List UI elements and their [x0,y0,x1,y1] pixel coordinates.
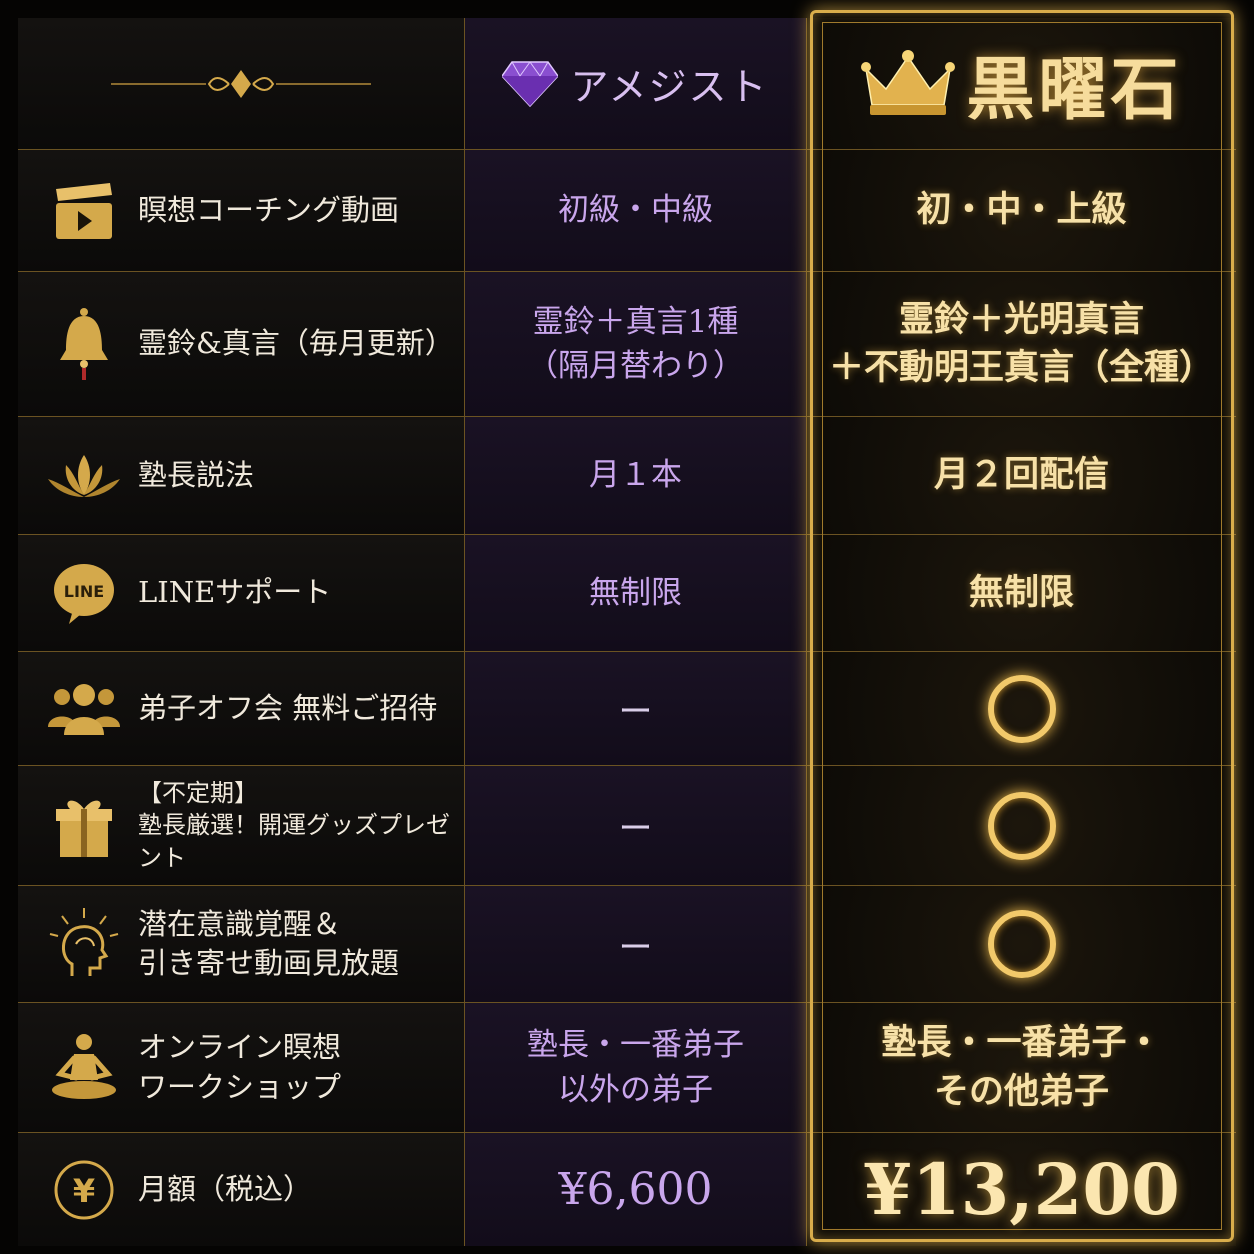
included-circle-icon [987,674,1056,743]
feature-cell: 霊鈴&真言（毎月更新） [18,272,465,417]
amethyst-value: ー [618,927,653,968]
obsidian-value: 月２回配信 [933,454,1109,496]
line-icon: LINE [46,555,122,631]
amethyst-cell: 月１本 [465,417,807,535]
feature-cell: オンライン瞑想 ワークショップ [18,1003,465,1133]
included-circle-icon [987,910,1056,978]
obsidian-cell: 無制限 [807,535,1236,652]
people-icon [46,671,122,747]
amethyst-value: 月１本 [589,457,682,494]
amethyst-value: 無制限 [589,574,682,611]
feature-label: 弟子オフ会 無料ご招待 [138,690,438,725]
obsidian-cell: 〇 [807,652,1236,766]
obsidian-cell: 月２回配信 [807,417,1236,535]
amethyst-value: 霊鈴＋真言1種 （隔月替わり） [527,303,744,384]
pricing-comparison: アメジスト 黒曜石 瞑想コーチング動画 初級・中級 初・中・上級 霊鈴&真言（毎… [0,0,1254,1254]
svg-text:LINE: LINE [64,582,104,601]
lotus-icon [46,438,122,514]
obsidian-value: 無制限 [968,571,1074,613]
feature-cell: 瞑想コーチング動画 [18,150,465,272]
amethyst-value: 塾長・一番弟子 以外の弟子 [527,1027,744,1108]
meditation-icon [46,1030,122,1106]
amethyst-cell: 初級・中級 [465,150,807,272]
clapperboard-icon [46,173,122,249]
feature-cell: 塾長説法 [18,417,465,535]
obsidian-value: 初・中・上級 [916,189,1127,231]
obsidian-price-cell: ¥13,200 [807,1133,1236,1246]
comparison-table: アメジスト 黒曜石 瞑想コーチング動画 初級・中級 初・中・上級 霊鈴&真言（毎… [18,18,1236,1246]
obsidian-plan-title: 黒曜石 [966,50,1183,130]
bell-icon [46,306,122,382]
header-amethyst: アメジスト [465,18,807,150]
amethyst-cell: ー [465,652,807,766]
amethyst-price-cell: ¥6,600 [465,1133,807,1246]
feature-cell: 弟子オフ会 無料ご招待 [18,652,465,766]
yen-icon: ¥ [46,1152,122,1228]
feature-cell: LINE LINEサポート [18,535,465,652]
amethyst-cell: 塾長・一番弟子 以外の弟子 [465,1003,807,1133]
amethyst-cell: ー [465,766,807,886]
obsidian-cell: 〇 [807,766,1236,886]
header-obsidian: 黒曜石 [807,18,1236,150]
obsidian-value: 塾長・一番弟子・ その他弟子 [881,1022,1162,1112]
feature-label: 塾長説法 [138,457,255,492]
feature-cell: ¥ 月額（税込） [18,1133,465,1246]
crown-icon [861,49,956,115]
amethyst-cell: 霊鈴＋真言1種 （隔月替わり） [465,272,807,417]
amethyst-value: 初級・中級 [558,192,713,229]
obsidian-cell: 〇 [807,886,1236,1003]
feature-label: 霊鈴&真言（毎月更新） [138,326,454,361]
feature-cell: 【不定期】 塾長厳選！開運グッズプレゼント [18,766,465,886]
feature-label: LINEサポート [138,575,332,610]
obsidian-cell: 霊鈴＋光明真言 ＋不動明王真言（全種） [807,272,1236,417]
ornament-icon [111,69,371,98]
svg-text:¥: ¥ [73,1172,95,1210]
feature-label: オンライン瞑想 ワークショップ [138,1030,342,1104]
feature-label: 瞑想コーチング動画 [138,192,400,227]
amethyst-value: ー [618,692,653,732]
header-ornament-cell [18,18,465,150]
amethyst-cell: ー [465,886,807,1003]
amethyst-value: ー [618,809,653,849]
amethyst-cell: 無制限 [465,535,807,652]
feature-label: 【不定期】 塾長厳選！開運グッズプレゼント [138,778,450,872]
obsidian-cell: 初・中・上級 [807,150,1236,272]
included-circle-icon [987,791,1056,860]
obsidian-cell: 塾長・一番弟子・ その他弟子 [807,1003,1236,1133]
amethyst-price: ¥6,600 [558,1164,713,1215]
head-icon [46,906,122,982]
amethyst-plan-title: アメジスト [570,65,769,109]
obsidian-price: ¥13,200 [863,1148,1180,1231]
feature-cell: 潜在意識覚醒＆ 引き寄せ動画見放題 [18,886,465,1003]
feature-label: 月額（税込） [138,1171,313,1206]
obsidian-value: 霊鈴＋光明真言 ＋不動明王真言（全種） [828,298,1214,388]
gift-icon [46,788,122,864]
feature-label: 潜在意識覚醒＆ 引き寄せ動画見放題 [138,906,400,980]
diamond-icon [502,60,559,107]
